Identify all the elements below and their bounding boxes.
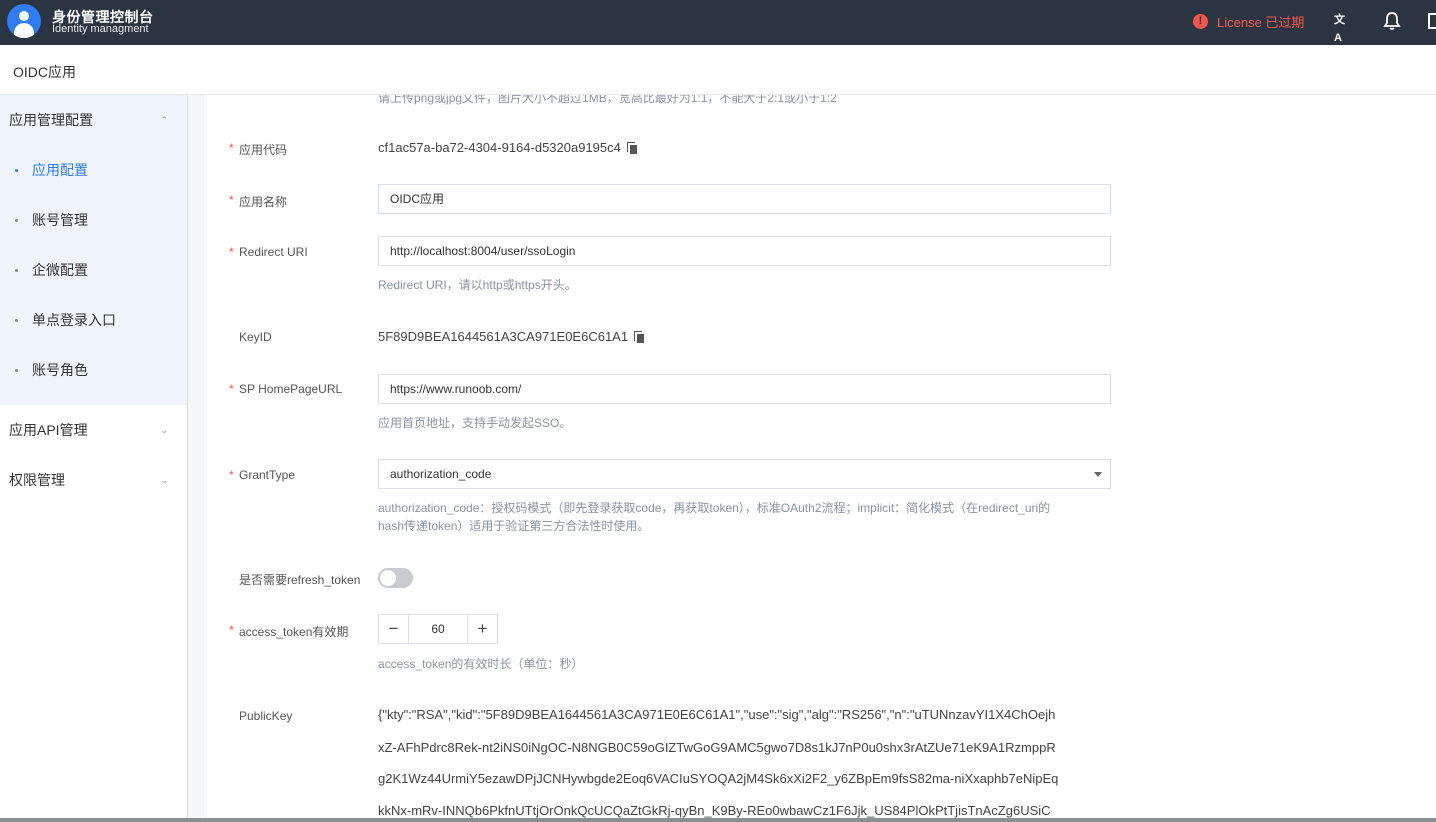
- required-mark: *: [229, 141, 234, 155]
- window-bottom-edge: [0, 818, 1436, 822]
- copy-icon[interactable]: [626, 142, 637, 154]
- brand-subtitle: Identity managment: [52, 23, 149, 35]
- required-mark: *: [229, 382, 234, 396]
- sidebar-item-label: 企微配置: [32, 262, 88, 278]
- sidebar-item-wecom[interactable]: 企微配置: [0, 245, 187, 295]
- grant-type-help-line2: hash传递token）适用于验证第三方合法性时使用。: [378, 519, 650, 533]
- public-key-label: PublicKey: [239, 709, 293, 723]
- refresh-token-label: 是否需要refresh_token: [239, 573, 361, 587]
- app-name-input[interactable]: OIDC应用: [378, 184, 1111, 214]
- warning-icon: !: [1193, 14, 1208, 29]
- required-mark: *: [229, 468, 234, 482]
- main-form-panel: 请上传png或jpg文件，图片大小不超过1MB，宽高比最好为1:1，不能大于2:…: [207, 95, 1436, 822]
- sidebar-group-header-app-config[interactable]: 应用管理配置 ⌃: [0, 95, 187, 145]
- page-title: OIDC应用: [13, 64, 76, 80]
- bullet-icon: [15, 169, 18, 172]
- redirect-uri-label: Redirect URI: [239, 245, 308, 259]
- public-key-line: g2K1Wz44UrmiY5ezawDPjJCNHywbgde2Eoq6VACI…: [378, 771, 1059, 786]
- language-icon[interactable]: 文A: [1334, 11, 1352, 44]
- toggle-knob: [380, 570, 396, 586]
- sidebar-item-app-settings[interactable]: 应用配置: [0, 145, 187, 195]
- bell-icon[interactable]: [1383, 11, 1401, 31]
- sidebar-group-api[interactable]: 应用API管理 ⌄: [0, 405, 187, 455]
- key-id-label: KeyID: [239, 330, 272, 344]
- chevron-down-icon: ⌄: [160, 475, 168, 485]
- logo-user-icon: [7, 4, 41, 38]
- homepage-input[interactable]: https://www.runoob.com/: [378, 374, 1111, 404]
- required-mark: *: [229, 245, 234, 259]
- app-code-value: cf1ac57a-ba72-4304-9164-d5320a9195c4: [378, 140, 637, 155]
- sidebar-item-label: 账号管理: [32, 212, 88, 228]
- refresh-token-toggle[interactable]: [378, 568, 413, 588]
- chevron-up-icon: ⌃: [160, 115, 168, 125]
- sidebar-group-label: 应用API管理: [9, 422, 88, 438]
- homepage-label: SP HomePageURL: [239, 382, 343, 396]
- sidebar-group-label: 权限管理: [9, 472, 65, 488]
- upload-hint: 请上传png或jpg文件，图片大小不超过1MB，宽高比最好为1:1，不能大于2:…: [378, 95, 837, 105]
- homepage-help: 应用首页地址，支持手动发起SSO。: [378, 416, 572, 430]
- sidebar-item-sso-entry[interactable]: 单点登录入口: [0, 295, 187, 345]
- sidebar-group-permissions[interactable]: 权限管理 ⌄: [0, 455, 187, 505]
- sidebar-item-label: 账号角色: [32, 362, 88, 378]
- public-key-line: kkNx-mRv-INNQb6PkfnUTtjOrOnkQcUCQaZtGkRj…: [378, 803, 1051, 818]
- top-bar: 身份管理控制台 Identity managment ! License 已过期…: [0, 0, 1436, 45]
- caret-down-icon: [1094, 472, 1102, 477]
- grant-type-label: GrantType: [239, 468, 296, 482]
- sidebar-group-label: 应用管理配置: [9, 112, 93, 128]
- increment-button[interactable]: +: [467, 615, 497, 643]
- key-id-value: 5F89D9BEA1644561A3CA971E0E6C61A1: [378, 329, 645, 344]
- decrement-button[interactable]: −: [379, 615, 409, 643]
- redirect-uri-input[interactable]: http://localhost:8004/user/ssoLogin: [378, 236, 1111, 266]
- sidebar: 应用管理配置 ⌃ 应用配置 账号管理 企微配置 单点登录入口 账号角色 应用AP…: [0, 95, 188, 822]
- redirect-uri-help: Redirect URI，请以http或https开头。: [378, 278, 577, 292]
- grant-type-help-line1: authorization_code：授权码模式（即先登录获取code，再获取t…: [378, 501, 1051, 515]
- sidebar-item-account-roles[interactable]: 账号角色: [0, 345, 187, 395]
- access-token-stepper: − 60 +: [378, 614, 498, 644]
- bullet-icon: [15, 319, 18, 322]
- license-status[interactable]: ! License 已过期: [1193, 12, 1304, 31]
- logout-icon[interactable]: [1428, 13, 1436, 29]
- app-name-label: 应用名称: [239, 195, 288, 209]
- license-text: License 已过期: [1217, 15, 1305, 30]
- grant-type-select[interactable]: authorization_code: [378, 459, 1111, 489]
- access-token-label: access_token有效期: [239, 625, 349, 639]
- required-mark: *: [229, 623, 234, 637]
- public-key-line: {"kty":"RSA","kid":"5F89D9BEA1644561A3CA…: [378, 707, 1056, 722]
- sidebar-group-app-config: 应用管理配置 ⌃ 应用配置 账号管理 企微配置 单点登录入口 账号角色: [0, 95, 187, 405]
- bullet-icon: [15, 219, 18, 222]
- page-header: OIDC应用: [0, 45, 1436, 95]
- access-token-help: access_token的有效时长（单位：秒）: [378, 657, 584, 671]
- required-mark: *: [229, 193, 234, 207]
- bullet-icon: [15, 269, 18, 272]
- app-code-label: 应用代码: [239, 143, 288, 157]
- sidebar-item-accounts[interactable]: 账号管理: [0, 195, 187, 245]
- chevron-down-icon: ⌄: [160, 425, 168, 435]
- public-key-line: xZ-AFhPdrc8Rek-nt2iNS0iNgOC-N8NGB0C59oGI…: [378, 740, 1056, 755]
- sidebar-item-label: 单点登录入口: [32, 312, 116, 328]
- bullet-icon: [15, 369, 18, 372]
- access-token-input[interactable]: 60: [409, 615, 467, 643]
- sidebar-item-label: 应用配置: [32, 162, 88, 178]
- copy-icon[interactable]: [634, 331, 645, 343]
